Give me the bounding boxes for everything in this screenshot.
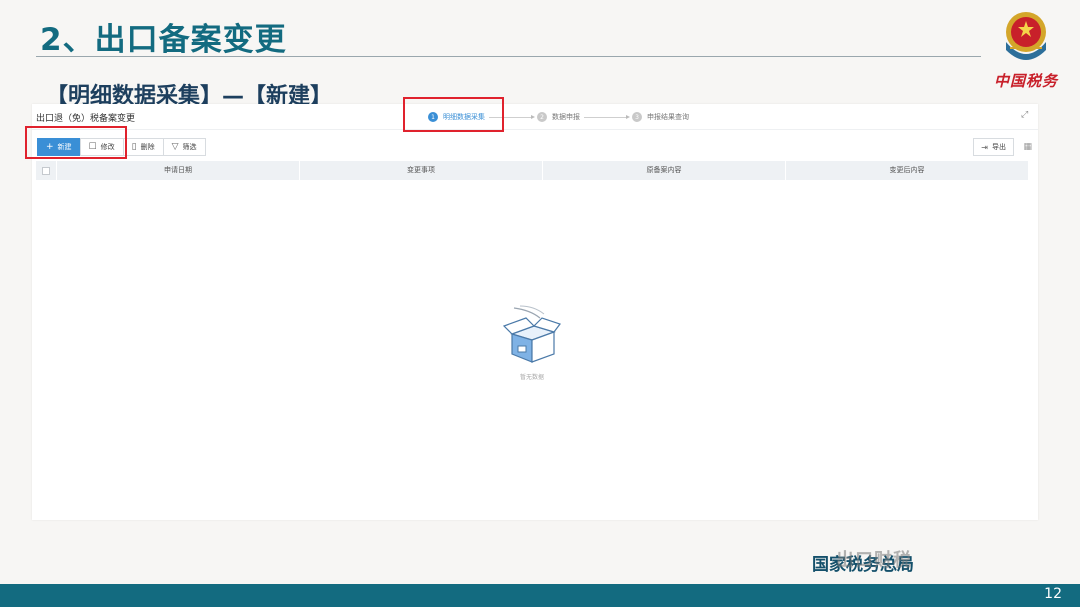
delete-button[interactable]: ▯ 删除 (122, 138, 164, 156)
app-title: 出口退（免）税备案变更 (36, 114, 136, 124)
page-number: 12 (1044, 586, 1062, 602)
app-window: 出口退（免）税备案变更 1 明细数据采集 2 数据申报 3 申报结果查询 ⤢ +… (32, 104, 1038, 520)
table-header: 申请日期 变更事项 原备案内容 变更后内容 (36, 161, 1028, 180)
step-number: 2 (537, 112, 547, 122)
column-header-original-content[interactable]: 原备案内容 (542, 161, 785, 180)
export-icon: ⇥ (981, 142, 988, 152)
filter-button[interactable]: ▽ 筛选 (162, 138, 206, 156)
select-all-checkbox[interactable] (36, 161, 56, 180)
empty-box-icon (502, 305, 561, 363)
highlight-box-steps (403, 97, 504, 132)
empty-state: 暂无数据 (492, 304, 572, 381)
step-arrow (584, 114, 630, 119)
highlight-box-toolbar (25, 126, 127, 159)
column-header-new-content[interactable]: 变更后内容 (785, 161, 1028, 180)
footer-watermark: 出口财税 (836, 550, 912, 571)
step-result-query[interactable]: 3 申报结果查询 (632, 112, 689, 122)
column-header-apply-date[interactable]: 申请日期 (56, 161, 299, 180)
export-button-label: 导出 (992, 143, 1006, 151)
emblem-caption: 中国税务 (994, 72, 1059, 90)
export-button[interactable]: ⇥ 导出 (973, 138, 1014, 156)
slide-title: 2、出口备案变更 (40, 22, 287, 58)
empty-state-text: 暂无数据 (519, 374, 544, 381)
app-topbar: 出口退（免）税备案变更 1 明细数据采集 2 数据申报 3 申报结果查询 ⤢ (32, 104, 1038, 130)
fullscreen-icon[interactable]: ⤢ (1021, 111, 1030, 120)
column-settings-icon[interactable]: ▦ (1023, 142, 1032, 152)
column-header-change-item[interactable]: 变更事项 (299, 161, 542, 180)
filter-button-label: 筛选 (182, 143, 197, 151)
step-number: 3 (632, 112, 642, 122)
step-data-submission[interactable]: 2 数据申报 (537, 112, 580, 122)
footer-bar (0, 584, 1080, 607)
filter-icon: ▽ (171, 142, 179, 152)
title-divider (36, 56, 981, 57)
delete-button-label: 删除 (140, 143, 155, 151)
trash-icon: ▯ (131, 142, 137, 152)
step-label: 数据申报 (552, 113, 580, 121)
national-emblem-icon (1006, 12, 1046, 60)
step-label: 申报结果查询 (647, 113, 689, 121)
